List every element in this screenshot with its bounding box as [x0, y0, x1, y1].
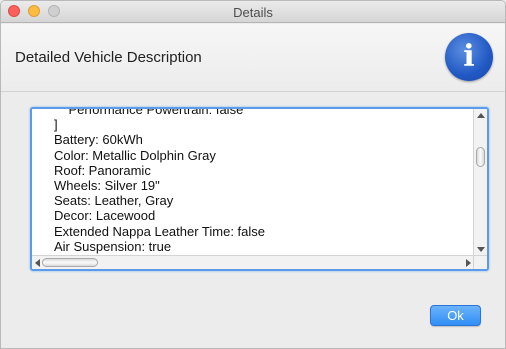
dialog-header: Detailed Vehicle Description i	[1, 24, 505, 92]
horizontal-scroll-thumb[interactable]	[42, 258, 98, 267]
window-title: Details	[233, 5, 273, 20]
description-text-viewport[interactable]: Performance Powertrain: false] Battery: 6…	[32, 109, 474, 256]
info-icon: i	[445, 33, 493, 81]
description-line: Seats: Leather, Gray	[54, 193, 174, 209]
description-line: ]	[54, 117, 58, 133]
ok-button[interactable]: Ok	[430, 305, 481, 326]
description-text-area[interactable]: Performance Powertrain: false] Battery: 6…	[30, 107, 489, 271]
description-line: Air Suspension: true	[54, 238, 172, 254]
description-line: Battery: 60kWh	[54, 132, 143, 148]
horizontal-scrollbar[interactable]	[32, 255, 474, 269]
header-title: Detailed Vehicle Description	[15, 49, 202, 66]
scrollbar-corner	[473, 255, 487, 269]
description-line: Roof: Panoramic	[54, 162, 151, 178]
title-bar: Details	[1, 1, 505, 23]
scroll-up-arrow-icon[interactable]	[477, 113, 485, 118]
details-dialog: Details Detailed Vehicle Description i P…	[0, 0, 506, 349]
scroll-down-arrow-icon[interactable]	[477, 247, 485, 252]
description-line: Color: Metallic Dolphin Gray	[54, 147, 216, 163]
description-text: Performance Powertrain: false] Battery: 6…	[54, 109, 265, 256]
description-line: Performance Powertrain: false	[54, 109, 244, 117]
scroll-right-arrow-icon[interactable]	[466, 259, 471, 267]
scroll-left-arrow-icon[interactable]	[35, 259, 40, 267]
vertical-scroll-thumb[interactable]	[476, 147, 485, 167]
description-line: Wheels: Silver 19"	[54, 177, 160, 193]
description-line: Extended Nappa Leather Time: false	[54, 223, 266, 239]
vertical-scrollbar[interactable]	[473, 109, 487, 256]
description-line: Decor: Lacewood	[54, 208, 156, 224]
